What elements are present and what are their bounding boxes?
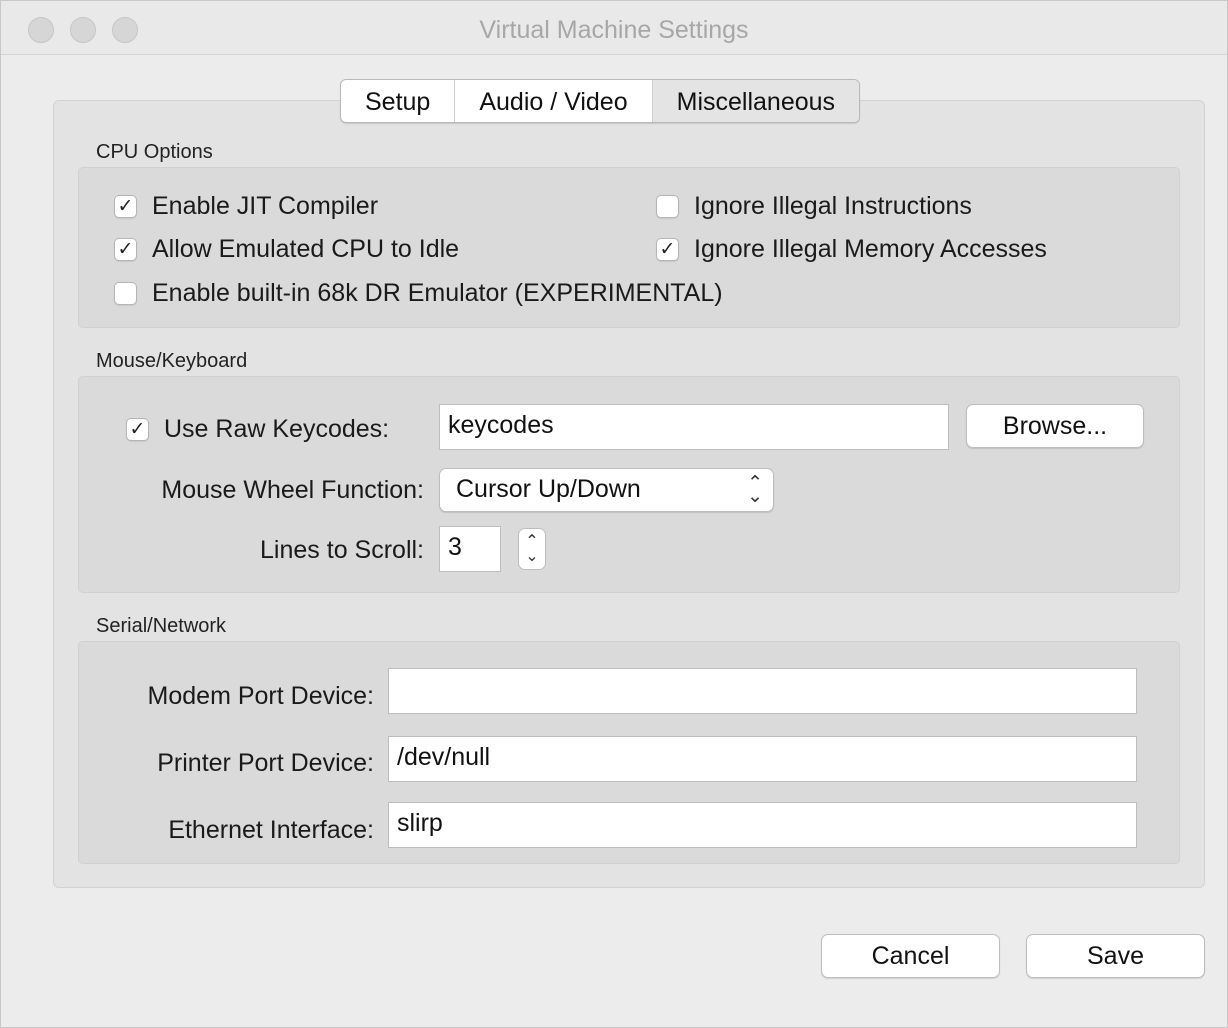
ignore-illegal-instructions-checkbox[interactable] [656,195,679,218]
ignore-illegal-memory-checkbox[interactable]: ✓ [656,238,679,261]
enable-jit-label: Enable JIT Compiler [152,192,379,220]
browse-button[interactable]: Browse... [966,404,1144,448]
printer-port-field[interactable]: /dev/null [388,736,1137,782]
tab-audio-video[interactable]: Audio / Video [455,80,653,122]
mouse-wheel-select[interactable]: Cursor Up/Down ⌃ ⌄ [439,468,774,512]
modem-port-label: Modem Port Device: [147,682,374,710]
modem-port-field[interactable] [388,668,1137,714]
lines-to-scroll-field[interactable]: 3 [439,526,501,572]
lines-to-scroll-stepper[interactable]: ⌃ ⌄ [518,528,546,570]
enable-jit-option[interactable]: ✓ Enable JIT Compiler [114,192,378,221]
cpu-options-heading: CPU Options [96,141,213,163]
ethernet-interface-label: Ethernet Interface: [168,816,374,844]
ignore-illegal-memory-label: Ignore Illegal Memory Accesses [694,235,1047,263]
allow-idle-checkbox[interactable]: ✓ [114,238,137,261]
printer-port-label: Printer Port Device: [157,749,374,777]
mouse-keyboard-heading: Mouse/Keyboard [96,350,248,372]
tab-miscellaneous[interactable]: Miscellaneous [652,80,860,122]
lines-to-scroll-label: Lines to Scroll: [260,536,424,564]
save-button[interactable]: Save [1026,934,1205,978]
raw-keycodes-label: Use Raw Keycodes: [164,415,390,443]
settings-window: Virtual Machine Settings Setup Audio / V… [0,0,1228,1028]
mouse-wheel-value: Cursor Up/Down [456,475,641,503]
tab-setup[interactable]: Setup [341,80,456,122]
cpu-options-group: ✓ Enable JIT Compiler ✓ Allow Emulated C… [78,167,1180,328]
raw-keycodes-checkbox[interactable]: ✓ [126,418,149,441]
mouse-wheel-label: Mouse Wheel Function: [161,476,424,504]
raw-keycodes-option[interactable]: ✓ Use Raw Keycodes: [126,415,389,444]
cancel-button[interactable]: Cancel [821,934,1000,978]
dr-emulator-option[interactable]: Enable built-in 68k DR Emulator (EXPERIM… [114,279,723,308]
chevron-up-down-icon: ⌃ ⌄ [747,473,763,507]
ignore-illegal-memory-option[interactable]: ✓ Ignore Illegal Memory Accesses [656,235,1047,264]
ethernet-interface-field[interactable]: slirp [388,802,1137,848]
tab-bar: Setup Audio / Video Miscellaneous [340,79,861,123]
enable-jit-checkbox[interactable]: ✓ [114,195,137,218]
title-bar: Virtual Machine Settings [1,1,1227,55]
serial-network-heading: Serial/Network [96,615,227,637]
allow-idle-label: Allow Emulated CPU to Idle [152,235,460,263]
dr-emulator-checkbox[interactable] [114,282,137,305]
allow-idle-option[interactable]: ✓ Allow Emulated CPU to Idle [114,235,459,264]
stepper-arrows-icon: ⌃ ⌄ [525,533,539,565]
window-title: Virtual Machine Settings [479,16,749,44]
dr-emulator-label: Enable built-in 68k DR Emulator (EXPERIM… [152,279,723,307]
ignore-illegal-instructions-option[interactable]: Ignore Illegal Instructions [656,192,972,221]
keycodes-file-field[interactable]: keycodes [439,404,949,450]
ignore-illegal-instructions-label: Ignore Illegal Instructions [694,192,972,220]
